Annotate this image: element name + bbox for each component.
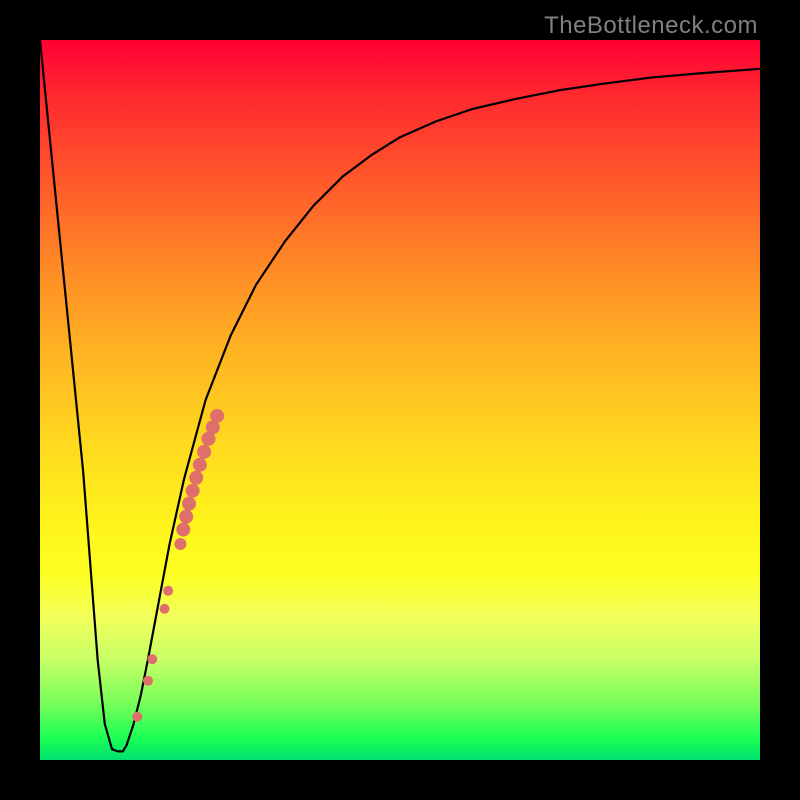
watermark-text: TheBottleneck.com — [544, 12, 758, 40]
chart-point-2 — [147, 654, 157, 664]
chart-point-8 — [182, 497, 196, 511]
chart-point-9 — [186, 484, 200, 498]
chart-point-4 — [163, 586, 173, 596]
chart-point-0 — [132, 712, 142, 722]
chart-point-10 — [189, 471, 203, 485]
chart-point-12 — [197, 445, 211, 459]
chart-point-15 — [210, 409, 224, 423]
chart-point-11 — [193, 458, 207, 472]
chart-plot-area — [40, 40, 760, 760]
chart-point-1 — [143, 676, 153, 686]
chart-point-6 — [176, 523, 190, 537]
chart-point-3 — [160, 604, 170, 614]
chart-point-5 — [174, 538, 186, 550]
chart-svg — [40, 40, 760, 760]
chart-series-main-curve — [40, 40, 760, 751]
chart-point-7 — [179, 510, 193, 524]
chart-frame: TheBottleneck.com — [0, 0, 800, 800]
